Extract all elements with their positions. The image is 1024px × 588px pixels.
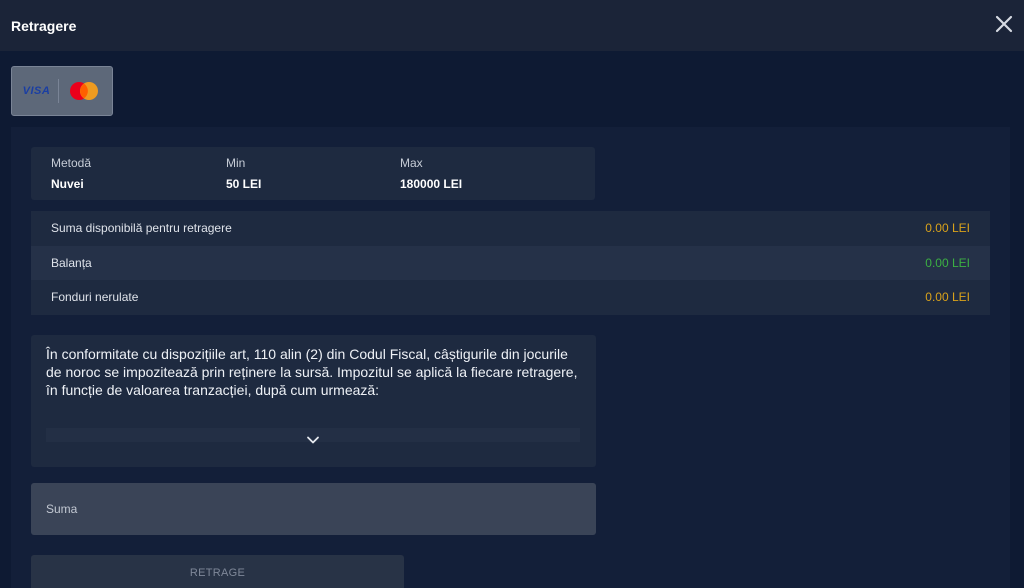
max-value: 180000 LEI <box>400 177 463 191</box>
mastercard-logo-icon <box>70 82 99 100</box>
modal-title: Retragere <box>11 17 77 34</box>
balance-value: 0.00 LEI <box>925 221 970 236</box>
method-column: Metodă Nuvei <box>51 156 91 191</box>
close-button[interactable] <box>992 12 1016 36</box>
method-label: Metodă <box>51 156 92 170</box>
min-label: Min <box>226 156 246 170</box>
balance-label: Balanța <box>51 255 92 270</box>
balance-value: 0.00 LEI <box>925 290 970 305</box>
tax-notice-text: În conformitate cu dispozițiile art, 110… <box>46 346 578 398</box>
method-info-box: Metodă Nuvei Min 50 LEI Max 180000 LEI <box>31 147 595 200</box>
modal-header: Retragere <box>0 0 1024 51</box>
withdraw-button[interactable]: RETRAGE <box>31 555 404 588</box>
chevron-down-icon <box>307 436 319 444</box>
balance-table: Suma disponibilă pentru retragere 0.00 L… <box>31 211 990 315</box>
max-label: Max <box>400 156 423 170</box>
tax-notice-box: În conformitate cu dispozițiile art, 110… <box>31 335 596 467</box>
expand-tax-notice-button[interactable] <box>304 433 322 447</box>
min-column: Min 50 LEI <box>226 156 261 191</box>
balance-value: 0.00 LEI <box>925 255 970 270</box>
balance-label: Suma disponibilă pentru retragere <box>51 221 232 236</box>
method-value: Nuvei <box>51 177 84 191</box>
payment-method-divider <box>58 79 60 103</box>
balance-label: Fonduri nerulate <box>51 290 139 305</box>
balance-row-unrolled-funds: Fonduri nerulate 0.00 LEI <box>31 280 990 315</box>
amount-input[interactable] <box>31 483 596 535</box>
payment-method-card-button[interactable]: VISA <box>11 66 113 116</box>
visa-logo-icon: VISA <box>22 85 51 97</box>
close-icon <box>995 15 1013 33</box>
balance-row-available: Suma disponibilă pentru retragere 0.00 L… <box>31 211 990 246</box>
balance-row-balance: Balanța 0.00 LEI <box>31 245 990 281</box>
min-value: 50 LEI <box>226 177 262 191</box>
max-column: Max 180000 LEI <box>400 156 462 191</box>
